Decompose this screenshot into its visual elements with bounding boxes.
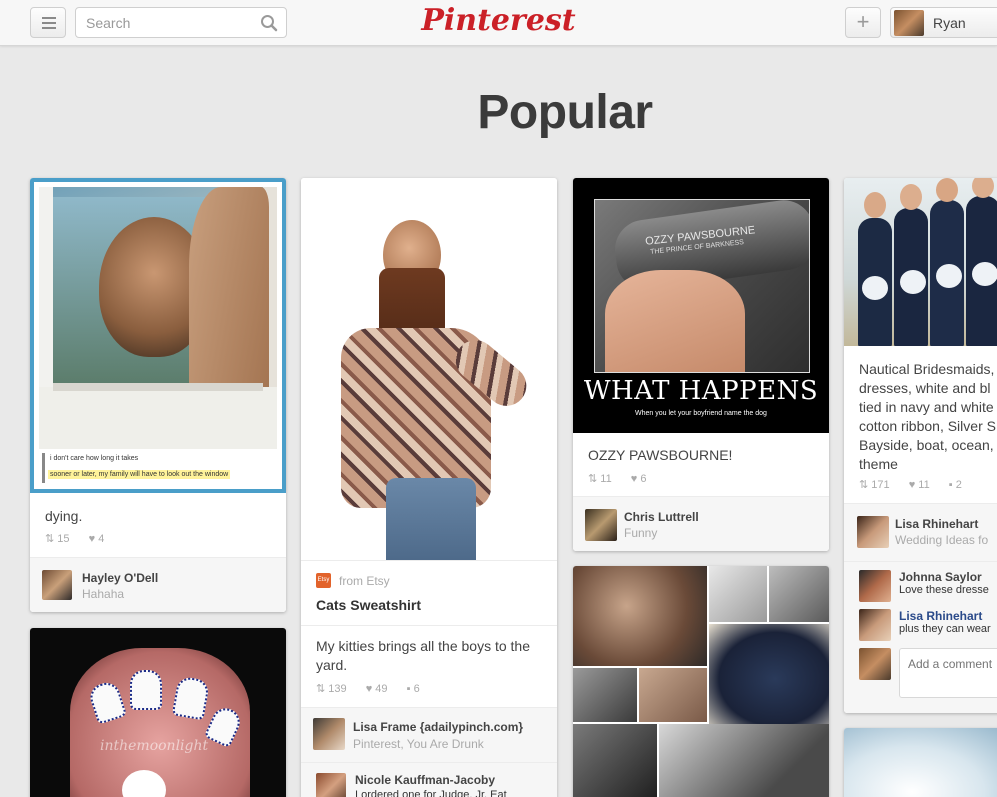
avatar[interactable] <box>859 609 891 641</box>
page-title: Popular <box>477 86 653 139</box>
board-name[interactable]: Hahaha <box>82 587 124 601</box>
pin-stats: ⇅ 11 ♥ 6 <box>588 472 662 485</box>
like-count: ♥ 11 <box>908 479 930 491</box>
user-menu-button[interactable]: Ryan <box>890 7 997 38</box>
board-name[interactable]: Pinterest, You Are Drunk <box>353 737 484 751</box>
image-caption: i don't care how long it takes <box>50 455 139 462</box>
pin-card[interactable]: i don't care how long it takes sooner or… <box>30 178 286 612</box>
pin-card[interactable]: OZZY PAWSBOURNE THE PRINCE OF BARKNESS W… <box>573 178 829 551</box>
pin-image[interactable]: inthemoonlight <box>30 628 286 797</box>
divider <box>301 560 557 561</box>
comment-text: Love these dresse <box>899 584 989 596</box>
pin-description: Nautical Bridesmaids, dresses, white and… <box>859 361 996 472</box>
pinner-name[interactable]: Lisa Rhinehart <box>895 517 978 531</box>
etsy-icon: Etsy <box>316 573 331 588</box>
add-comment-input[interactable] <box>899 648 997 698</box>
image-watermark: inthemoonlight <box>100 738 209 754</box>
pin-image[interactable] <box>844 178 997 346</box>
comment-count: ▪ 6 <box>406 683 420 695</box>
pin-stats: ⇅ 171 ♥ 11 ▪ 2 <box>859 478 978 491</box>
source-label[interactable]: from Etsy <box>339 574 390 588</box>
avatar[interactable] <box>42 570 72 600</box>
avatar[interactable] <box>313 718 345 750</box>
commenter-name[interactable]: Nicole Kauffman-Jacoby <box>355 773 495 787</box>
pin-description: My kitties brings all the boys to the ya… <box>316 638 530 673</box>
pin-image[interactable] <box>573 566 829 797</box>
pin-image[interactable]: i don't care how long it takes sooner or… <box>30 178 286 493</box>
pinner-name[interactable]: Hayley O'Dell <box>82 571 158 585</box>
pinner-name[interactable]: Chris Luttrell <box>624 510 699 524</box>
comment-list: Johnna Saylor Love these dresse Lisa Rhi… <box>844 562 997 713</box>
comment-text: I ordered one for Judge. Jr. Eat <box>355 789 507 797</box>
like-count: ♥ 6 <box>630 473 647 485</box>
pinner-credit[interactable]: Hayley O'Dell Hahaha <box>30 558 286 612</box>
pinner-credit[interactable]: Chris Luttrell Funny <box>573 497 829 551</box>
pin-card[interactable] <box>844 728 997 797</box>
like-count: ♥ 49 <box>365 683 388 695</box>
top-nav-bar: Pinterest + Ryan <box>0 0 997 46</box>
poster-subtitle: When you let your boyfriend name the dog <box>635 410 767 417</box>
pin-card[interactable]: Nautical Bridesmaids, dresses, white and… <box>844 178 997 713</box>
divider <box>301 625 557 626</box>
repin-count: ⇅ 11 <box>588 473 612 485</box>
avatar <box>859 648 891 680</box>
pinner-name[interactable]: Lisa Frame {adailypinch.com} <box>353 720 523 734</box>
board-name[interactable]: Wedding Ideas fo <box>895 533 988 547</box>
avatar[interactable] <box>859 570 891 602</box>
add-pin-button[interactable]: + <box>845 7 881 38</box>
repin-count: ⇅ 171 <box>859 479 890 491</box>
pin-description: OZZY PAWSBOURNE! <box>588 447 733 463</box>
avatar[interactable] <box>316 773 346 797</box>
poster-title: WHAT HAPPENS <box>583 376 819 406</box>
pinner-credit[interactable]: Lisa Rhinehart Wedding Ideas fo <box>844 504 997 561</box>
board-name[interactable]: Funny <box>624 526 657 540</box>
image-caption: sooner or later, my family will have to … <box>48 470 231 479</box>
user-name: Ryan <box>933 15 966 31</box>
pin-card[interactable]: inthemoonlight <box>30 628 286 797</box>
pin-image[interactable]: OZZY PAWSBOURNE THE PRINCE OF BARKNESS W… <box>573 178 829 433</box>
avatar[interactable] <box>585 509 617 541</box>
pin-image[interactable] <box>844 728 997 797</box>
comment-count: ▪ 2 <box>948 479 962 491</box>
repin-count: ⇅ 15 <box>45 533 70 545</box>
comment-item: Nicole Kauffman-Jacoby I ordered one for… <box>301 763 557 797</box>
pin-stats: ⇅ 15 ♥ 4 <box>45 532 120 545</box>
pin-title[interactable]: Cats Sweatshirt <box>316 597 421 613</box>
pin-description: dying. <box>45 508 83 524</box>
like-count: ♥ 4 <box>88 533 105 545</box>
commenter-name[interactable]: Lisa Rhinehart <box>899 609 982 623</box>
commenter-name[interactable]: Johnna Saylor <box>899 570 982 584</box>
pinner-credit[interactable]: Lisa Frame {adailypinch.com} Pinterest, … <box>301 708 557 762</box>
plus-icon: + <box>856 9 870 34</box>
pin-card[interactable] <box>573 566 829 797</box>
comment-text: plus they can wear <box>899 623 991 635</box>
avatar[interactable] <box>857 516 889 548</box>
avatar <box>894 10 924 36</box>
pin-card[interactable]: Etsy from Etsy Cats Sweatshirt My kittie… <box>301 178 557 797</box>
pin-stats: ⇅ 139 ♥ 49 ▪ 6 <box>316 682 436 695</box>
pin-image[interactable] <box>301 178 557 560</box>
repin-count: ⇅ 139 <box>316 683 347 695</box>
